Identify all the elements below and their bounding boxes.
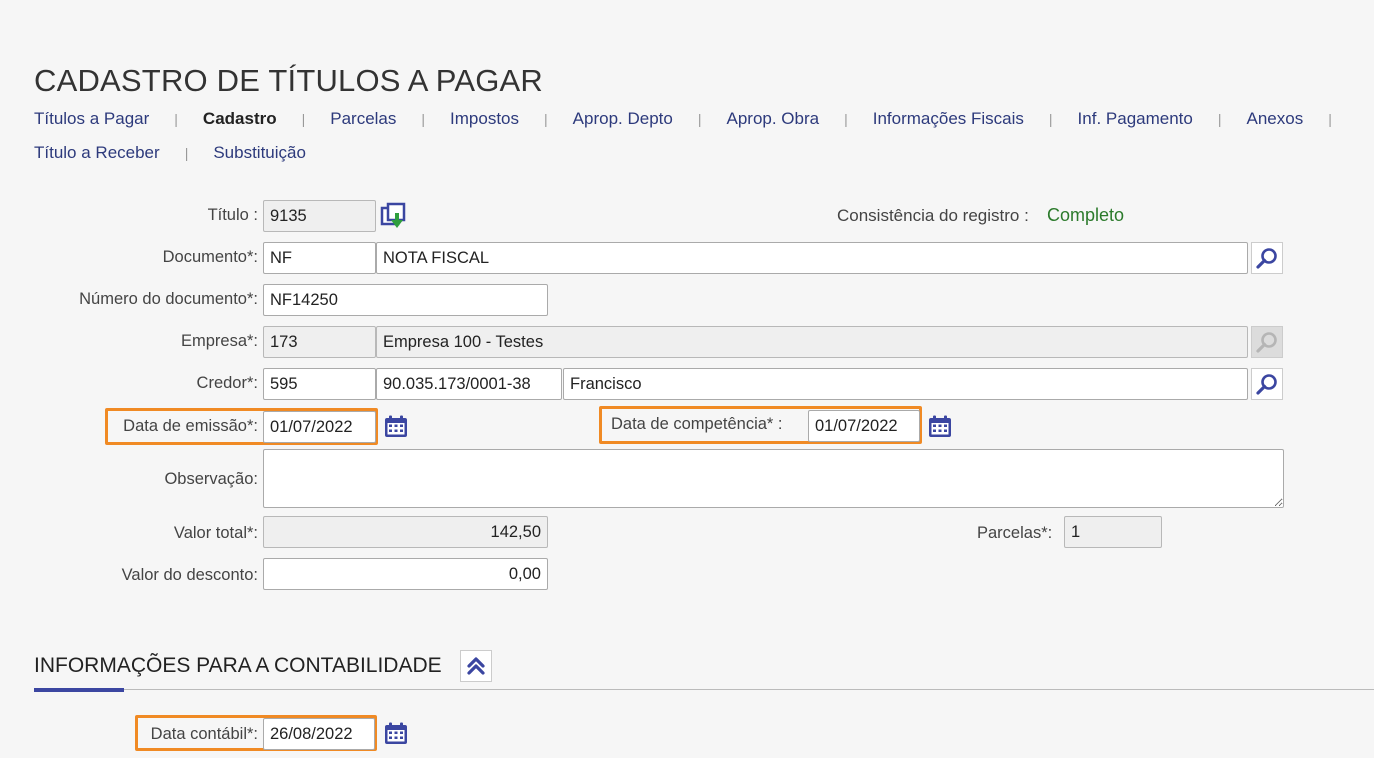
data-emissao-input[interactable] — [263, 411, 376, 443]
search-icon — [1256, 332, 1277, 353]
tab-impostos[interactable]: Impostos — [450, 109, 519, 129]
tab-parcelas[interactable]: Parcelas — [330, 109, 396, 129]
contabilidade-section-title: INFORMAÇÕES PARA A CONTABILIDADE — [34, 654, 442, 677]
tab-separator: | — [421, 111, 426, 127]
calendar-icon — [929, 415, 951, 437]
empresa-search-button — [1251, 326, 1283, 358]
parcelas-label: Parcelas*: — [977, 524, 1053, 542]
copy-title-button[interactable] — [378, 200, 410, 232]
data-emissao-label: Data de emissão*: — [123, 417, 258, 435]
data-emissao-calendar-button[interactable] — [380, 411, 412, 443]
data-competencia-input[interactable] — [808, 410, 920, 442]
tab-row-1: Títulos a Pagar | Cadastro | Parcelas | … — [34, 102, 1374, 136]
credor-code-input[interactable] — [263, 368, 376, 400]
tab-aprop-depto[interactable]: Aprop. Depto — [573, 109, 673, 129]
documento-code-input[interactable] — [263, 242, 376, 274]
valor-desconto-label: Valor do desconto: — [121, 566, 258, 584]
valor-total-label: Valor total*: — [173, 524, 258, 542]
double-chevron-up-icon — [467, 657, 485, 675]
credor-label: Credor*: — [196, 374, 258, 392]
observacao-label: Observação: — [164, 470, 258, 488]
numero-documento-label: Número do documento*: — [79, 290, 258, 308]
tab-separator: | — [184, 145, 189, 161]
tab-substituicao[interactable]: Substituição — [213, 143, 306, 163]
data-contabil-label: Data contábil*: — [150, 725, 258, 743]
tab-separator: | — [1217, 111, 1222, 127]
observacao-textarea[interactable] — [263, 449, 1284, 508]
credor-search-button[interactable] — [1251, 368, 1283, 400]
tab-anexos[interactable]: Anexos — [1247, 109, 1304, 129]
tab-separator: | — [174, 111, 178, 127]
search-icon — [1256, 374, 1277, 395]
data-contabil-calendar-button[interactable] — [380, 718, 412, 750]
documento-label: Documento*: — [162, 248, 258, 266]
search-icon — [1256, 248, 1277, 269]
tab-bar: Títulos a Pagar | Cadastro | Parcelas | … — [34, 102, 1374, 170]
tab-cadastro[interactable]: Cadastro — [203, 109, 277, 129]
collapse-section-button[interactable] — [460, 650, 492, 682]
tab-separator: | — [301, 111, 306, 127]
documento-search-button[interactable] — [1251, 242, 1283, 274]
empresa-name-input[interactable] — [376, 326, 1248, 358]
credor-name-input[interactable] — [563, 368, 1248, 400]
credor-cnpj-input[interactable] — [376, 368, 562, 400]
page-title: CADASTRO DE TÍTULOS A PAGAR — [34, 62, 543, 98]
section-divider — [34, 689, 1374, 690]
data-competencia-label: Data de competência* : — [611, 415, 783, 433]
parcelas-input[interactable] — [1064, 516, 1162, 548]
tab-separator: | — [1328, 111, 1332, 127]
tab-titulos-a-pagar[interactable]: Títulos a Pagar — [34, 109, 149, 129]
titulo-label: Título : — [207, 206, 258, 224]
valor-desconto-input[interactable] — [263, 558, 548, 590]
data-contabil-input[interactable] — [263, 718, 375, 750]
documento-description-input[interactable] — [376, 242, 1248, 274]
tab-separator: | — [544, 111, 548, 127]
valor-total-input[interactable] — [263, 516, 548, 548]
calendar-icon — [385, 722, 407, 744]
tab-row-2: Título a Receber | Substituição — [34, 136, 1374, 170]
tab-titulo-a-receber[interactable]: Título a Receber — [34, 143, 160, 163]
calendar-icon — [385, 415, 407, 437]
numero-documento-input[interactable] — [263, 284, 548, 316]
consistencia-label: Consistência do registro : — [837, 206, 1029, 225]
tab-separator: | — [844, 111, 848, 127]
tab-aprop-obra[interactable]: Aprop. Obra — [726, 109, 819, 129]
titulo-input[interactable] — [263, 200, 376, 232]
data-competencia-calendar-button[interactable] — [924, 411, 956, 443]
consistencia-status: Completo — [1047, 205, 1125, 225]
copy-download-icon — [380, 202, 406, 228]
section-divider-accent — [34, 688, 124, 692]
empresa-label: Empresa*: — [180, 332, 258, 350]
tab-separator: | — [697, 111, 702, 127]
tab-informacoes-fiscais[interactable]: Informações Fiscais — [873, 109, 1024, 129]
tab-separator: | — [1048, 111, 1053, 127]
tab-inf-pagamento[interactable]: Inf. Pagamento — [1078, 109, 1193, 129]
empresa-code-input[interactable] — [263, 326, 376, 358]
